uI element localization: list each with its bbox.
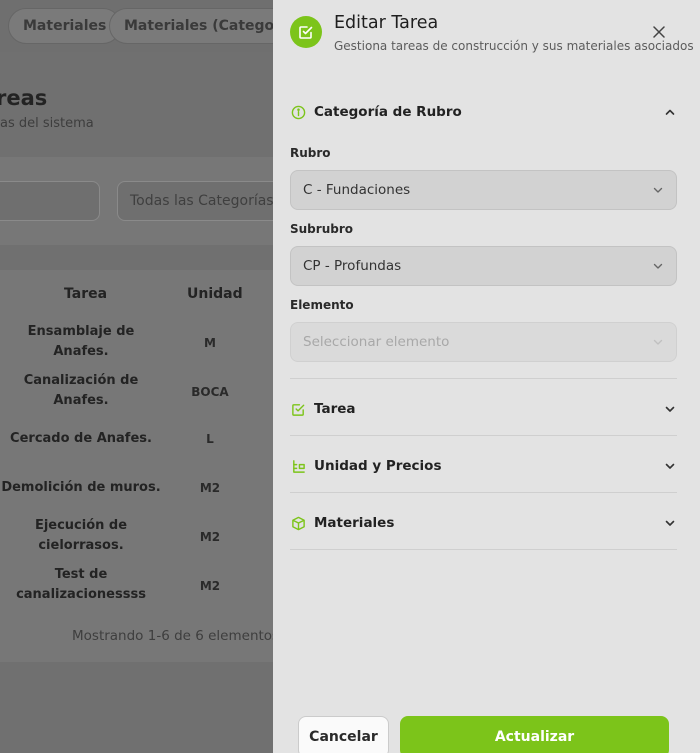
section-unidad-precios[interactable]: Unidad y Precios bbox=[290, 454, 677, 478]
elemento-placeholder: Seleccionar elemento bbox=[303, 334, 450, 350]
check-square-icon bbox=[290, 16, 322, 48]
box-icon bbox=[290, 515, 306, 531]
section-materiales[interactable]: Materiales bbox=[290, 511, 677, 535]
chevron-down-icon bbox=[663, 402, 677, 416]
table-header-unidad: Unidad bbox=[187, 286, 243, 302]
tarea-line: Cercado de Anafes. bbox=[10, 431, 152, 446]
drawer-title: Editar Tarea bbox=[334, 13, 439, 33]
section-label: Tarea bbox=[314, 401, 356, 417]
tarea-line: Ejecución de bbox=[34, 518, 128, 533]
table-row-unidad: M2 bbox=[199, 579, 221, 593]
table-row-tarea: Test de canalizacionessss bbox=[0, 565, 162, 605]
chevron-down-icon bbox=[652, 181, 664, 200]
tarea-line: Anafes. bbox=[53, 393, 109, 408]
tarea-line: Canalización de bbox=[23, 373, 139, 388]
divider bbox=[290, 549, 677, 550]
tab-materiales: Materiales bbox=[8, 8, 122, 44]
check-square-icon bbox=[290, 401, 306, 417]
divider bbox=[290, 492, 677, 493]
divider bbox=[290, 378, 677, 379]
table-row-unidad: M2 bbox=[199, 530, 221, 544]
tarea-line: Ensamblaje de bbox=[27, 324, 135, 339]
tarea-line: cielorrasos. bbox=[38, 538, 124, 553]
subrubro-label: Subrubro bbox=[290, 222, 353, 236]
divider bbox=[290, 435, 677, 436]
chevron-up-icon bbox=[663, 105, 677, 119]
cancel-button[interactable]: Cancelar bbox=[298, 716, 389, 753]
rubro-select[interactable]: C - Fundaciones bbox=[290, 170, 677, 210]
table-header-tarea: Tarea bbox=[64, 286, 108, 302]
table-row-unidad: M bbox=[204, 336, 216, 350]
search-input bbox=[0, 181, 100, 221]
chevron-down-icon bbox=[663, 459, 677, 473]
section-categoria-rubro[interactable]: Categoría de Rubro bbox=[290, 100, 677, 124]
section-label: Materiales bbox=[314, 515, 395, 531]
tarea-line: Test de bbox=[54, 567, 108, 582]
table-row-unidad: M2 bbox=[199, 481, 221, 495]
edit-task-drawer: Editar Tarea Gestiona tareas de construc… bbox=[273, 0, 700, 753]
update-button[interactable]: Actualizar bbox=[400, 716, 669, 753]
table-row-tarea: Ensamblaje de Anafes. bbox=[0, 322, 162, 362]
rubro-label: Rubro bbox=[290, 146, 331, 160]
table-row-unidad: BOCA bbox=[191, 385, 229, 399]
page-subtitle: as del sistema bbox=[0, 116, 94, 131]
chevron-down-icon bbox=[663, 516, 677, 530]
table-row-tarea: Canalización de Anafes. bbox=[0, 371, 162, 411]
subrubro-select[interactable]: CP - Profundas bbox=[290, 246, 677, 286]
section-tarea[interactable]: Tarea bbox=[290, 397, 677, 421]
tarea-line: Demolición de muros. bbox=[1, 480, 161, 495]
table-row-unidad: L bbox=[206, 432, 214, 446]
pagination-summary: Mostrando 1-6 de 6 elementos bbox=[72, 628, 280, 644]
rubro-value: C - Fundaciones bbox=[303, 182, 411, 198]
subrubro-value: CP - Profundas bbox=[303, 258, 402, 274]
chevron-down-icon bbox=[652, 257, 664, 276]
tarea-line: canalizacionessss bbox=[16, 587, 146, 602]
elemento-label: Elemento bbox=[290, 298, 354, 312]
chevron-down-icon bbox=[652, 333, 664, 352]
ruler-icon bbox=[290, 458, 306, 474]
table-row-tarea: Cercado de Anafes. bbox=[0, 429, 162, 449]
drawer-subtitle: Gestiona tareas de construcción y sus ma… bbox=[334, 39, 694, 53]
category-filter-select: Todas las Categorías bbox=[117, 181, 297, 221]
page-title: reas bbox=[0, 86, 48, 110]
tarea-line: Anafes. bbox=[53, 344, 109, 359]
table-row-tarea: Demolición de muros. bbox=[0, 478, 162, 498]
section-label: Unidad y Precios bbox=[314, 458, 442, 474]
section-label: Categoría de Rubro bbox=[314, 104, 462, 120]
table-row-tarea: Ejecución de cielorrasos. bbox=[0, 516, 162, 556]
close-icon[interactable] bbox=[649, 22, 669, 42]
elemento-select: Seleccionar elemento bbox=[290, 322, 677, 362]
info-circle-icon bbox=[290, 104, 306, 120]
